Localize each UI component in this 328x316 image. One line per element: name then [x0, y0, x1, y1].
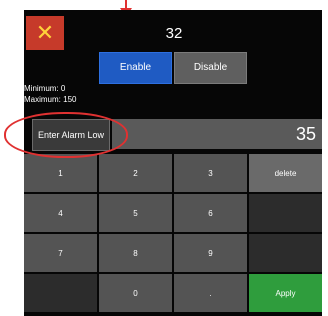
blank-key [249, 234, 322, 272]
delete-button[interactable]: delete [249, 154, 322, 192]
disable-button[interactable]: Disable [174, 52, 247, 84]
value-entry-field[interactable]: 35 [112, 119, 322, 149]
key-5[interactable]: 5 [99, 194, 172, 232]
enter-alarm-low-label: Enter Alarm Low [32, 119, 110, 151]
apply-button[interactable]: Apply [249, 274, 322, 312]
numeric-entry-panel: ✕ 32 Enable Disable Minimum: 0 Maximum: … [24, 10, 322, 316]
key-0[interactable]: 0 [99, 274, 172, 312]
key-4[interactable]: 4 [24, 194, 97, 232]
enable-button[interactable]: Enable [99, 52, 172, 84]
key-3[interactable]: 3 [174, 154, 247, 192]
minimum-label: Minimum: 0 [24, 84, 66, 93]
close-icon: ✕ [35, 20, 55, 45]
key-1[interactable]: 1 [24, 154, 97, 192]
key-6[interactable]: 6 [174, 194, 247, 232]
key-2[interactable]: 2 [99, 154, 172, 192]
current-value: 32 [165, 25, 183, 42]
blank-key [24, 274, 97, 312]
close-button[interactable]: ✕ [26, 16, 64, 50]
key-7[interactable]: 7 [24, 234, 97, 272]
maximum-label: Maximum: 150 [24, 95, 77, 104]
decimal-key[interactable]: . [174, 274, 247, 312]
keypad: 1 2 3 delete 4 5 6 7 8 9 0 . Apply [24, 154, 322, 314]
key-9[interactable]: 9 [174, 234, 247, 272]
key-8[interactable]: 8 [99, 234, 172, 272]
blank-key [249, 194, 322, 232]
